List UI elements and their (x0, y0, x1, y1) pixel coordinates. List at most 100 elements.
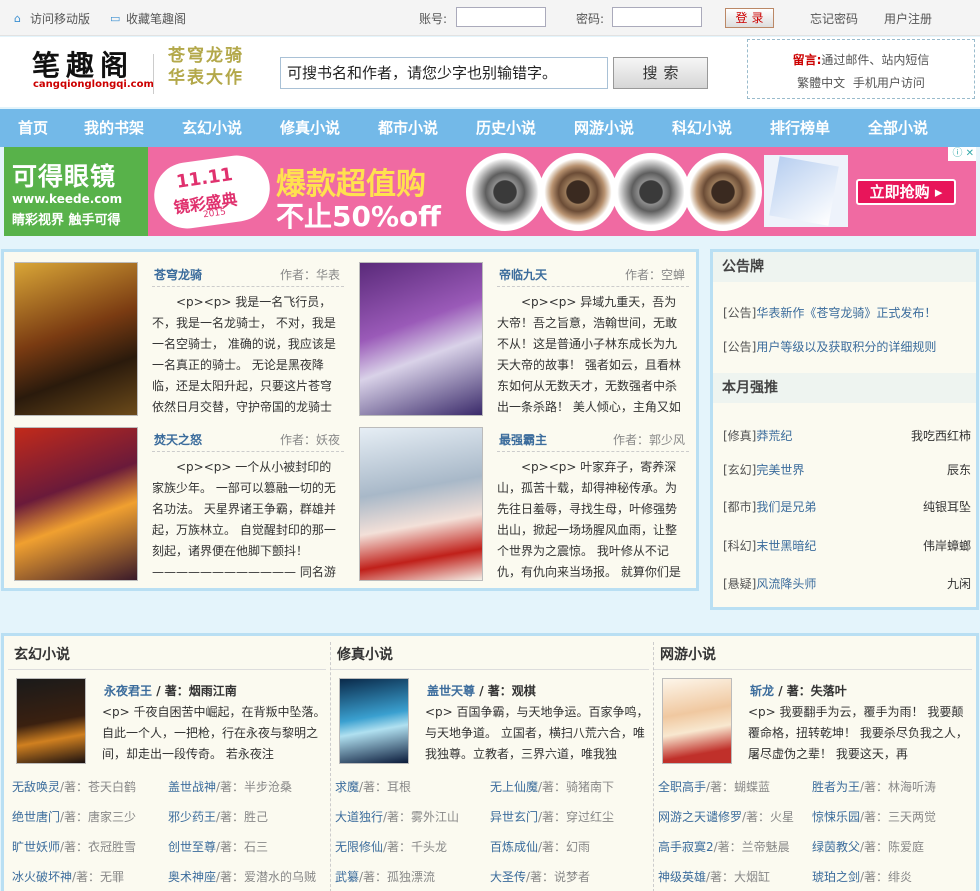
list-item[interactable]: 求魔/著：耳根 (335, 778, 411, 795)
book-desc: <p><p> 我是一名飞行员，不，我是一名龙骑士， 不对，我是一名空骑士， 准确… (152, 295, 336, 414)
mobile-link[interactable]: ⌂ 访问移动版 (14, 10, 90, 27)
slogan-line-1: 苍穹龙骑 (168, 46, 244, 66)
ad-badge: 11.11 镜彩盛典 2015 (149, 151, 275, 233)
ad-discount: 不止50%off (276, 200, 441, 233)
board-item[interactable]: [公告]华表新作《苍穹龙骑》正式发布！ (723, 304, 971, 321)
top-book-desc: <p> 百国争霸，与天地争运。百家争鸣，与天地争道。 立国者，横扫八荒六合，唯我… (425, 705, 649, 761)
ad-close-icon[interactable]: ⓘ ✕ (948, 147, 976, 161)
list-item[interactable]: 邪少药王/著：胜己 (168, 808, 268, 825)
slogan-line-2: 华表大作 (168, 68, 244, 88)
list-item[interactable]: 盖世战神/著：半步沧桑 (168, 778, 292, 795)
book-title[interactable]: 最强霸主 (499, 431, 547, 448)
list-item[interactable]: 无上仙魔/著：骑猪南下 (490, 778, 614, 795)
list-item[interactable]: 百炼成仙/著：幻雨 (490, 838, 590, 855)
featured-book: 焚天之怒 作者：妖夜 <p><p> 一个从小被封印的家族少年。 一部可以篡融一切… (4, 417, 344, 581)
category-section: 玄幻小说 永夜君王 / 著：烟雨江南 <p> 千夜自困苦中崛起，在背叛中坠落。 … (1, 633, 979, 891)
nav-wangyou[interactable]: 网游小说 (574, 109, 634, 147)
search-button[interactable]: 搜索 (613, 57, 708, 89)
list-item[interactable]: 胜者为王/著：林海听涛 (812, 778, 936, 795)
nav-rankings[interactable]: 排行榜单 (770, 109, 830, 147)
month-item[interactable]: [玄幻]完美世界 辰东 (723, 461, 971, 478)
month-item[interactable]: [都市]我们是兄弟 纯银耳坠 (723, 498, 971, 515)
nav-xiuzhen[interactable]: 修真小说 (280, 109, 340, 147)
home-icon: ⌂ (14, 11, 21, 25)
ad-banner[interactable]: 可得眼镜 www.keede.com 睛彩视界 触手可得 11.11 镜彩盛典 … (4, 147, 976, 236)
featured-book: 苍穹龙骑 作者：华表 <p><p> 我是一名飞行员，不，我是一名龙骑士， 不对，… (4, 252, 344, 416)
nav-all[interactable]: 全部小说 (868, 109, 928, 147)
book-desc: <p><p> 异域九重天，吾为大帝！吾之旨意，浩翰世间，无敢不从！这是普通小子林… (497, 295, 681, 414)
book-cover[interactable] (14, 427, 138, 581)
ad-tagline: 睛彩视界 触手可得 (12, 213, 121, 228)
category-wangyou: 网游小说 斩龙 / 著：失落叶 <p> 我要翻手为云，覆手为雨！ 我要颠覆命格，… (650, 636, 976, 891)
top-book-title[interactable]: 永夜君王 (104, 684, 152, 698)
list-item[interactable]: 创世至尊/著：石三 (168, 838, 268, 855)
list-item[interactable]: 无限修仙/著：千头龙 (335, 838, 447, 855)
product-box-image (764, 155, 848, 227)
list-item[interactable]: 惊悚乐园/著：三天两觉 (812, 808, 936, 825)
book-title[interactable]: 焚天之怒 (154, 431, 202, 448)
login-button[interactable]: 登录 (725, 8, 774, 28)
book-cover[interactable] (339, 678, 409, 764)
category-title: 玄幻小说 (14, 647, 70, 663)
nav-xuanhuan[interactable]: 玄幻小说 (182, 109, 242, 147)
lens-image (466, 153, 544, 231)
list-item[interactable]: 旷世妖师/著：衣冠胜雪 (12, 838, 136, 855)
main-nav: 首页 我的书架 玄幻小说 修真小说 都市小说 历史小说 网游小说 科幻小说 排行… (0, 109, 980, 147)
month-item[interactable]: [悬疑]风流降头师 九闲 (723, 575, 971, 592)
mobile-visit-link[interactable]: 手机用户访问 (853, 76, 925, 90)
site-logo[interactable]: 笔趣阁 (32, 44, 134, 84)
nav-dushi[interactable]: 都市小说 (378, 109, 438, 147)
list-item[interactable]: 高手寂寞2/著：兰帝魅晨 (658, 838, 790, 855)
book-cover[interactable] (359, 427, 483, 581)
top-book-title[interactable]: 斩龙 (750, 684, 774, 698)
list-item[interactable]: 大道独行/著：雾外江山 (335, 808, 459, 825)
forgot-password-link[interactable]: 忘记密码 (810, 10, 858, 27)
account-label: 账号: (419, 12, 448, 26)
list-item[interactable]: 奥术神座/著：爱潜水的乌贼 (168, 868, 316, 885)
book-cover[interactable] (14, 262, 138, 416)
book-author: 作者：空蝉 (624, 268, 685, 282)
list-item[interactable]: 神级英雄/著：大烟缸 (658, 868, 770, 885)
lens-image (539, 153, 617, 231)
list-item[interactable]: 武纂/著：孤独漂流 (335, 868, 435, 885)
featured-book: 最强霸主 作者：郭少风 <p><p> 叶家弃子，寄养深山，孤苦十载，却得神秘传承… (349, 417, 689, 581)
top-book-author: / 著：失落叶 (778, 684, 847, 698)
nav-bookshelf[interactable]: 我的书架 (84, 109, 144, 147)
nav-home[interactable]: 首页 (18, 109, 48, 147)
book-title[interactable]: 帝临九天 (499, 266, 547, 283)
list-item[interactable]: 绝世唐门/著：唐家三少 (12, 808, 136, 825)
list-item[interactable]: 无敌唤灵/著：苍天白鹤 (12, 778, 136, 795)
ad-cta-button[interactable]: 立即抢购 ▸ (856, 179, 956, 205)
list-item[interactable]: 大圣传/著：说梦者 (490, 868, 590, 885)
top-book-desc: <p> 千夜自困苦中崛起，在背叛中坠落。 自此一个人，一把枪，行在永夜与黎明之间… (102, 705, 326, 761)
list-item[interactable]: 琥珀之剑/著：绯炎 (812, 868, 912, 885)
nav-lishi[interactable]: 历史小说 (476, 109, 536, 147)
list-item[interactable]: 异世玄门/著：穿过红尘 (490, 808, 614, 825)
bookmark-link[interactable]: ▭ 收藏笔趣阁 (110, 10, 186, 27)
list-item[interactable]: 绿茵教父/著：陈爱庭 (812, 838, 924, 855)
ad-brand: 可得眼镜 (12, 162, 117, 191)
register-link[interactable]: 用户注册 (884, 10, 932, 27)
list-item[interactable]: 全职高手/著：蝴蝶蓝 (658, 778, 770, 795)
book-title[interactable]: 苍穹龙骑 (154, 266, 202, 283)
header: 笔趣阁 cangqionglongqi.com 苍穹龙骑 华表大作 可搜书名和作… (0, 37, 980, 107)
book-cover[interactable] (359, 262, 483, 416)
nav-kehuan[interactable]: 科幻小说 (672, 109, 732, 147)
list-item[interactable]: 冰火破坏神/著：无罪 (12, 868, 124, 885)
logo-divider (153, 54, 154, 94)
board-item[interactable]: [公告]用户等级以及获取积分的详细规则 (723, 338, 971, 355)
book-cover[interactable] (16, 678, 86, 764)
month-item[interactable]: [科幻]末世黑暗纪 伟岸蟑螂 (723, 537, 971, 554)
top-book-author: / 著：观棋 (479, 684, 536, 698)
list-item[interactable]: 网游之天谴修罗/著：火星 (658, 808, 794, 825)
password-input[interactable] (612, 7, 702, 27)
top-book-title[interactable]: 盖世天尊 (427, 684, 475, 698)
notice-link[interactable]: 通过邮件、站内短信 (821, 53, 929, 67)
slogan: 苍穹龙骑 华表大作 (168, 45, 244, 89)
month-item[interactable]: [修真]莽荒纪 我吃西红柿 (723, 427, 971, 444)
account-input[interactable] (456, 7, 546, 27)
book-author: 作者：华表 (279, 268, 340, 282)
traditional-chinese-link[interactable]: 繁體中文 (797, 76, 845, 90)
book-cover[interactable] (662, 678, 732, 764)
search-input[interactable]: 可搜书名和作者，请您少字也别输错字。 (280, 57, 608, 89)
